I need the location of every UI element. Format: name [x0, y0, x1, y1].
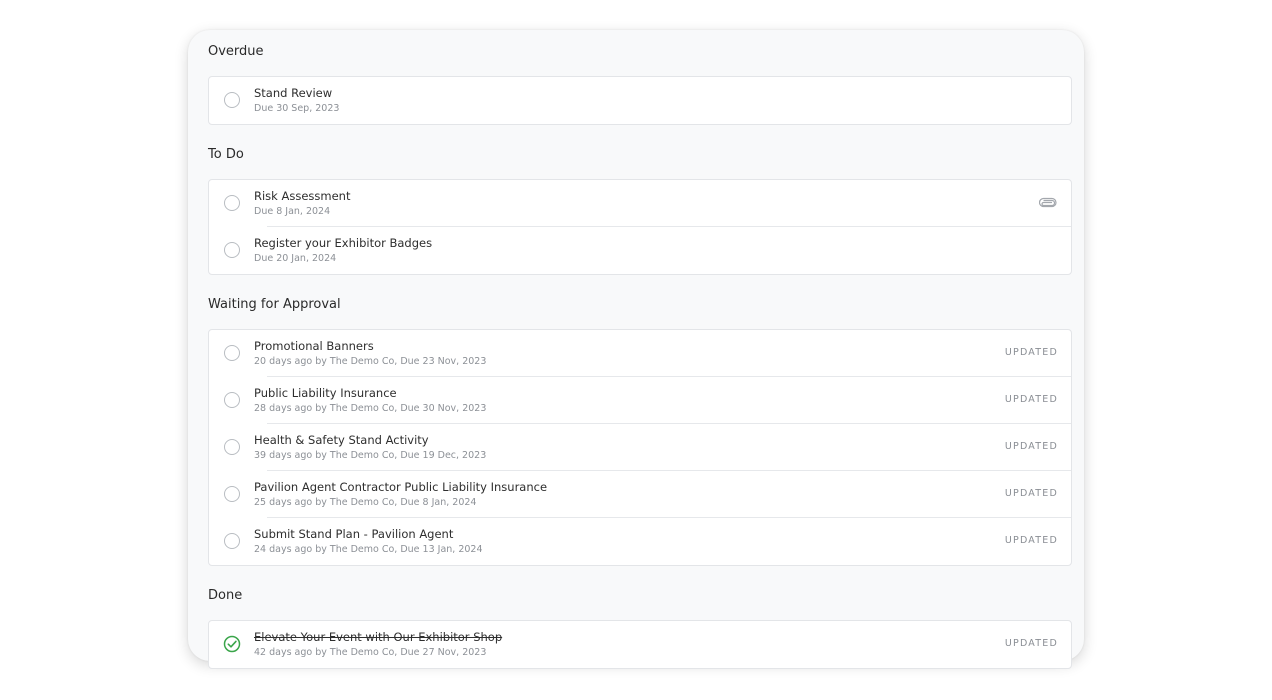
status-badge: UPDATED — [1004, 394, 1058, 405]
status-badge: UPDATED — [1004, 441, 1058, 452]
task-checkbox[interactable] — [224, 242, 240, 258]
task-meta: 28 days ago by The Demo Co, Due 30 Nov, … — [254, 403, 487, 414]
paperclip-icon[interactable] — [1039, 196, 1057, 210]
task-row[interactable]: Promotional Banners 20 days ago by The D… — [209, 330, 1071, 377]
task-meta: 25 days ago by The Demo Co, Due 8 Jan, 2… — [254, 497, 477, 508]
status-badge: UPDATED — [1004, 638, 1058, 649]
task-checkbox[interactable] — [224, 195, 240, 211]
section-title-to-do: To Do — [208, 147, 244, 162]
task-checkbox[interactable] — [224, 92, 240, 108]
task-checkbox[interactable] — [224, 439, 240, 455]
task-meta: 39 days ago by The Demo Co, Due 19 Dec, … — [254, 450, 487, 461]
task-meta: 42 days ago by The Demo Co, Due 27 Nov, … — [254, 647, 487, 658]
status-badge: UPDATED — [1004, 535, 1058, 546]
task-title: Stand Review — [254, 86, 333, 100]
status-badge: UPDATED — [1004, 488, 1058, 499]
task-row[interactable]: Register your Exhibitor Badges Due 20 Ja… — [209, 226, 1071, 274]
task-title: Health & Safety Stand Activity — [254, 433, 429, 447]
status-badge: UPDATED — [1004, 347, 1058, 358]
task-card-waiting-for-approval: Promotional Banners 20 days ago by The D… — [208, 329, 1072, 566]
task-checkbox[interactable] — [224, 486, 240, 502]
section-title-overdue: Overdue — [208, 44, 264, 59]
task-checkbox[interactable] — [224, 392, 240, 408]
task-title: Pavilion Agent Contractor Public Liabili… — [254, 480, 548, 494]
task-title: Public Liability Insurance — [254, 386, 397, 400]
task-row[interactable]: Pavilion Agent Contractor Public Liabili… — [209, 470, 1071, 518]
task-card-overdue: Stand Review Due 30 Sep, 2023 — [208, 76, 1072, 125]
task-list-panel: Overdue Stand Review Due 30 Sep, 2023 To… — [188, 30, 1084, 669]
task-title: Elevate Your Event with Our Exhibitor Sh… — [254, 630, 503, 644]
task-title: Submit Stand Plan - Pavilion Agent — [254, 527, 454, 541]
task-title: Promotional Banners — [254, 339, 374, 353]
section-title-done: Done — [208, 588, 243, 603]
task-row[interactable]: Risk Assessment Due 8 Jan, 2024 — [209, 180, 1071, 227]
task-card-to-do: Risk Assessment Due 8 Jan, 2024 Register… — [208, 179, 1072, 275]
task-due-date: Due 20 Jan, 2024 — [254, 253, 337, 264]
task-due-date: Due 30 Sep, 2023 — [254, 103, 340, 114]
task-title: Risk Assessment — [254, 189, 351, 203]
task-row[interactable]: Elevate Your Event with Our Exhibitor Sh… — [209, 621, 1071, 668]
task-checkbox[interactable] — [224, 345, 240, 361]
task-row[interactable]: Public Liability Insurance 28 days ago b… — [209, 376, 1071, 424]
task-meta: 20 days ago by The Demo Co, Due 23 Nov, … — [254, 356, 487, 367]
task-row[interactable]: Stand Review Due 30 Sep, 2023 — [209, 77, 1071, 124]
check-circle-icon[interactable] — [223, 635, 241, 653]
task-meta: 24 days ago by The Demo Co, Due 13 Jan, … — [254, 544, 483, 555]
task-row[interactable]: Health & Safety Stand Activity 39 days a… — [209, 423, 1071, 471]
task-card-done: Elevate Your Event with Our Exhibitor Sh… — [208, 620, 1072, 669]
task-row[interactable]: Submit Stand Plan - Pavilion Agent 24 da… — [209, 517, 1071, 565]
section-title-waiting-for-approval: Waiting for Approval — [208, 297, 341, 312]
task-due-date: Due 8 Jan, 2024 — [254, 206, 331, 217]
task-checkbox[interactable] — [224, 533, 240, 549]
task-title: Register your Exhibitor Badges — [254, 236, 433, 250]
